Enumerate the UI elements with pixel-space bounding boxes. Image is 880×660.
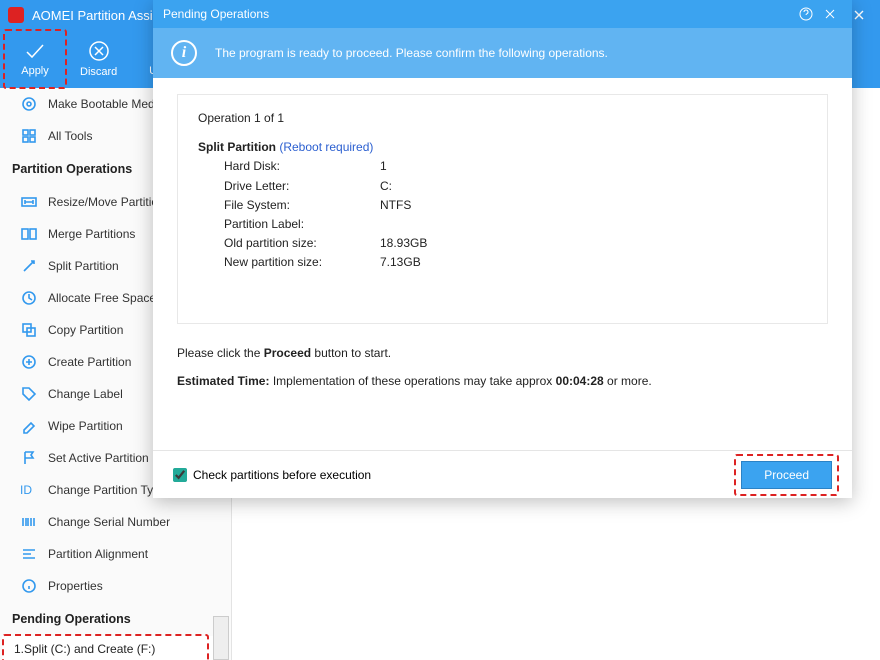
- sidebar-item-label: All Tools: [48, 129, 92, 143]
- sidebar-item-label: Change Partition Type: [48, 483, 167, 497]
- plus-icon: [20, 353, 38, 371]
- clock-icon: [20, 289, 38, 307]
- flag-icon: [20, 449, 38, 467]
- row-val: C:: [380, 177, 427, 196]
- discard-label: Discard: [80, 66, 117, 78]
- dialog-close-icon[interactable]: [818, 2, 842, 26]
- row-val: 7.13GB: [380, 253, 427, 272]
- sidebar-item-serial[interactable]: Change Serial Number: [0, 506, 231, 538]
- help-icon[interactable]: [794, 2, 818, 26]
- reboot-required-label: (Reboot required): [276, 140, 373, 154]
- sidebar-item-label: Split Partition: [48, 259, 119, 273]
- row-val: 1: [380, 157, 427, 176]
- row-key: Partition Label:: [224, 215, 380, 234]
- checkbox-label: Check partitions before execution: [193, 468, 371, 482]
- split-icon: [20, 257, 38, 275]
- sidebar-item-label: Change Label: [48, 387, 123, 401]
- info-icon: [20, 577, 38, 595]
- pending-operation-item[interactable]: 1.Split (C:) and Create (F:): [2, 636, 229, 660]
- tag-icon: [20, 385, 38, 403]
- info-icon: i: [171, 40, 197, 66]
- sidebar-item-label: Change Serial Number: [48, 515, 170, 529]
- dialog-title: Pending Operations: [163, 7, 794, 21]
- sidebar-item-label: Wipe Partition: [48, 419, 123, 433]
- sidebar-item-label: Resize/Move Partition: [48, 195, 165, 209]
- proceed-button-label: Proceed: [764, 468, 809, 482]
- merge-icon: [20, 225, 38, 243]
- erase-icon: [20, 417, 38, 435]
- dialog-banner-message: The program is ready to proceed. Please …: [215, 46, 608, 60]
- resize-icon: [20, 193, 38, 211]
- apply-button[interactable]: Apply: [4, 30, 66, 88]
- row-key: Hard Disk:: [224, 157, 380, 176]
- discard-button[interactable]: Discard: [66, 30, 131, 88]
- sidebar-item-label: Merge Partitions: [48, 227, 135, 241]
- proceed-hint: Please click the Proceed button to start…: [177, 346, 828, 360]
- sidebar-item-label: Partition Alignment: [48, 547, 148, 561]
- operation-details: Operation 1 of 1 Split Partition (Reboot…: [177, 94, 828, 324]
- operation-name: Split Partition: [198, 140, 276, 154]
- row-val: [380, 215, 427, 234]
- copy-icon: [20, 321, 38, 339]
- pending-operations-dialog: Pending Operations i The program is read…: [153, 0, 852, 498]
- barcode-icon: [20, 513, 38, 531]
- proceed-button[interactable]: Proceed: [741, 461, 832, 489]
- estimated-time: Estimated Time: Implementation of these …: [177, 374, 828, 388]
- scrollbar[interactable]: [213, 616, 229, 660]
- id-icon: ID: [20, 481, 38, 499]
- sidebar-item-label: Copy Partition: [48, 323, 123, 337]
- grid-icon: [20, 127, 38, 145]
- apply-label: Apply: [21, 65, 49, 77]
- checkbox-input[interactable]: [173, 468, 187, 482]
- sidebar-item-label: Create Partition: [48, 355, 131, 369]
- row-val: 18.93GB: [380, 234, 427, 253]
- row-key: New partition size:: [224, 253, 380, 272]
- sidebar-group-pending: Pending Operations: [0, 602, 231, 636]
- operation-counter: Operation 1 of 1: [198, 109, 807, 128]
- media-icon: [20, 95, 38, 113]
- sidebar-item-label: Properties: [48, 579, 103, 593]
- sidebar-item-label: Set Active Partition: [48, 451, 149, 465]
- sidebar-item-label: Allocate Free Space: [48, 291, 156, 305]
- align-icon: [20, 545, 38, 563]
- row-val: NTFS: [380, 196, 427, 215]
- row-key: Old partition size:: [224, 234, 380, 253]
- sidebar-item-properties[interactable]: Properties: [0, 570, 231, 602]
- check-partitions-checkbox[interactable]: Check partitions before execution: [173, 468, 741, 482]
- sidebar-item-alignment[interactable]: Partition Alignment: [0, 538, 231, 570]
- svg-text:ID: ID: [20, 484, 32, 496]
- sidebar-item-label: Make Bootable Media: [48, 97, 164, 111]
- app-logo: [8, 7, 24, 23]
- row-key: File System:: [224, 196, 380, 215]
- row-key: Drive Letter:: [224, 177, 380, 196]
